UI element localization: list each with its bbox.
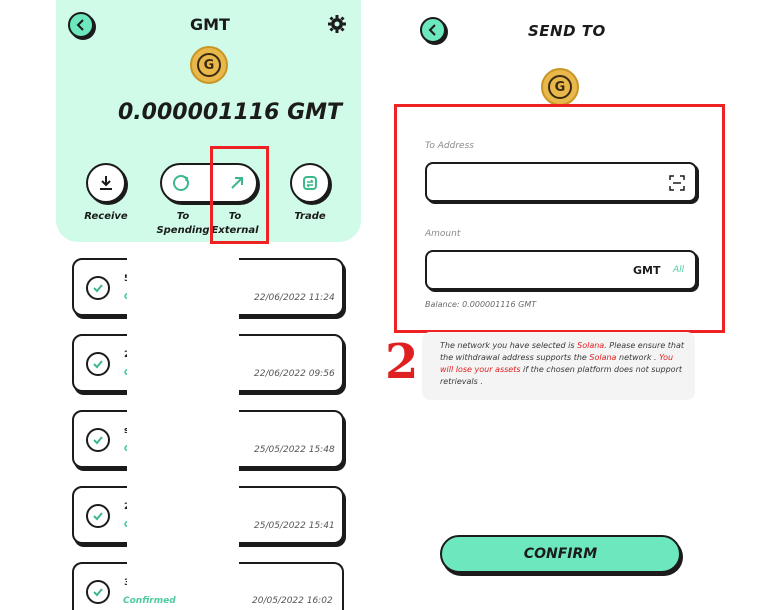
transaction-date: 25/05/2022 15:41 — [254, 521, 335, 531]
all-button[interactable]: All — [673, 265, 684, 275]
highlight-box-send-form — [394, 104, 725, 333]
to-spending-button[interactable] — [168, 170, 194, 196]
trade-button[interactable] — [290, 163, 330, 203]
receive-button[interactable] — [86, 163, 126, 203]
check-icon — [86, 504, 110, 528]
confirm-button[interactable]: CONFIRM — [440, 535, 681, 573]
trade-label: Trade — [294, 211, 326, 222]
annotation-number-2: 2 — [385, 334, 419, 390]
check-icon — [86, 352, 110, 376]
download-icon — [100, 176, 112, 190]
refresh-icon — [173, 175, 189, 191]
transaction-status: Confirmed — [123, 596, 176, 606]
amount-label: Amount — [425, 229, 461, 239]
send-to-title: SEND TO — [528, 22, 606, 40]
check-icon — [86, 276, 110, 300]
to-address-label: To Address — [425, 141, 474, 151]
network-warning-box: The network you have selected is Solana.… — [422, 332, 695, 400]
balance-line: Balance: 0.000001116 GMT — [425, 300, 537, 309]
page-title: GMT — [190, 15, 230, 34]
to-spending-label: To Spending — [156, 211, 210, 236]
chevron-left-icon — [76, 19, 84, 31]
transaction-date: 22/06/2022 11:24 — [254, 293, 335, 303]
check-icon — [86, 580, 110, 604]
highlight-box-to-external — [210, 146, 269, 244]
transaction-date: 25/05/2022 15:48 — [254, 445, 335, 455]
amount-input[interactable]: GMT All — [425, 250, 697, 290]
scan-icon[interactable] — [669, 175, 685, 191]
chevron-left-icon — [428, 24, 436, 36]
back-button-send[interactable] — [420, 17, 446, 43]
redaction-strip — [127, 255, 239, 610]
gmt-coin-icon: G — [541, 68, 579, 106]
transaction-date: 20/05/2022 16:02 — [252, 596, 333, 606]
back-button[interactable] — [68, 12, 94, 38]
wallet-balance: 0.000001116 GMT — [118, 100, 343, 125]
amount-currency: GMT — [633, 264, 661, 277]
check-icon — [86, 428, 110, 452]
gear-icon[interactable] — [327, 14, 347, 34]
to-address-input[interactable] — [425, 162, 697, 202]
gmt-coin-icon: G — [190, 46, 228, 84]
transaction-date: 22/06/2022 09:56 — [254, 369, 335, 379]
receive-label: Receive — [84, 211, 128, 222]
swap-icon — [303, 176, 317, 190]
network-warning-text: The network you have selected is Solana.… — [440, 341, 685, 386]
